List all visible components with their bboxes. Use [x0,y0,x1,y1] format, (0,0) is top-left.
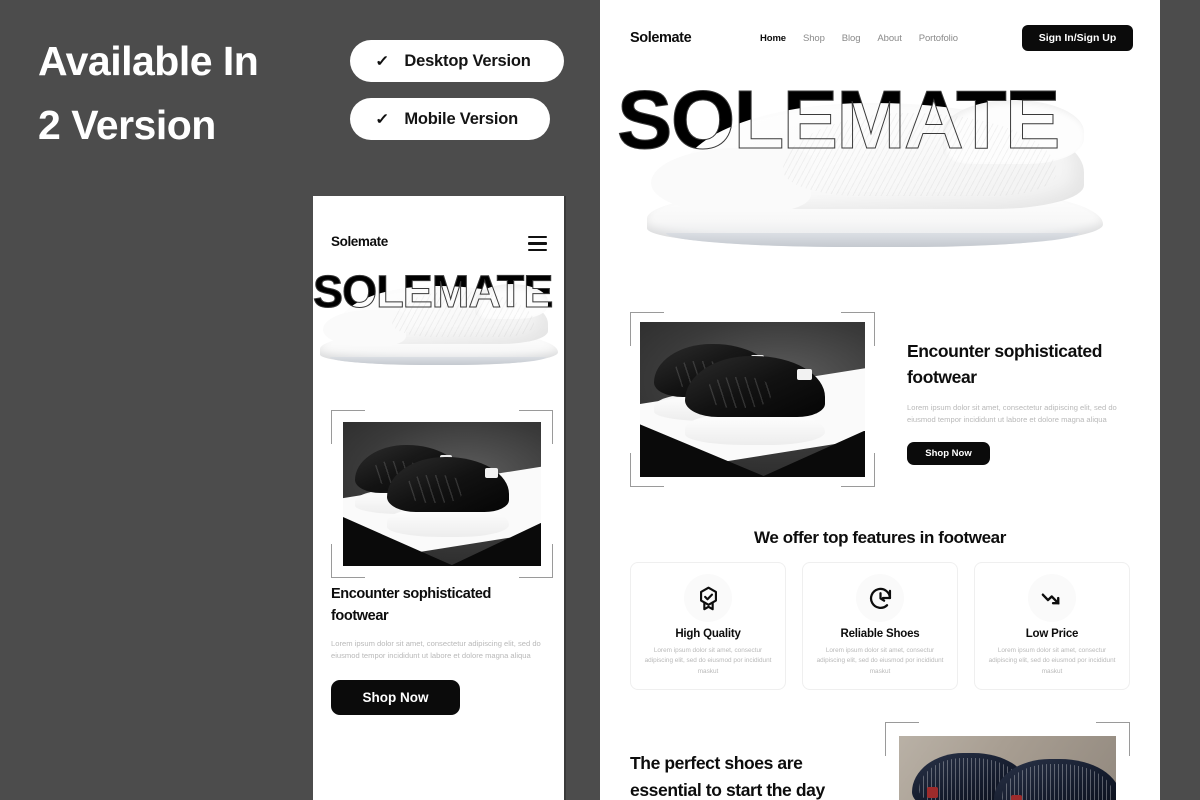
frame-corner-top-right [1096,722,1130,756]
frame-corner-bottom-right [841,453,875,487]
frame-corner-bottom-right [519,544,553,578]
product-photo-framed [331,410,553,578]
feature-card-high-quality: High Quality Lorem ipsum dolor sit amet,… [630,562,786,690]
product-heading: Encounter sophisticated footwear [331,584,549,628]
feature-title-reliable-shoes: Reliable Shoes [840,628,920,640]
feature-card-low-price: Low Price Lorem ipsum dolor sit amet, co… [974,562,1130,690]
feature-title-low-price: Low Price [1025,628,1079,640]
hero-wordmark-outline: SOLEMATE [617,73,1061,167]
product-heading-line-2: footwear [331,607,389,624]
hero-wordmark-outline: SOLEMATE [313,266,554,318]
bottom-heading: The perfect shoes are essential to start… [630,750,860,800]
product-photo-framed [630,312,875,487]
feature-title-high-quality: High Quality [675,628,741,640]
promo-heading: Available In 2 Version [38,30,338,157]
product-body-text: Lorem ipsum dolor sit amet, consectetur … [331,638,541,660]
feature-card-reliable-shoes: Reliable Shoes Lorem ipsum dolor sit ame… [802,562,958,690]
nav-item-blog[interactable]: Blog [842,33,861,44]
check-icon: ✓ [375,110,390,128]
sign-in-sign-up-button[interactable]: Sign In/Sign Up [1022,25,1133,51]
primary-nav: Home Shop Blog About Portofolio [760,33,958,44]
badge-mobile-version[interactable]: ✓ Mobile Version [350,98,550,140]
product-copy-block: Encounter sophisticated footwear Lorem i… [907,338,1139,466]
mobile-version-mockup: Solemate SOLEMATE SOLEMATE [313,196,566,800]
black-sneakers-photo [640,322,865,477]
feature-body-high-quality: Lorem ipsum dolor sit amet, consectur ad… [644,647,772,675]
feature-body-low-price: Lorem ipsum dolor sit amet, consectur ad… [988,647,1116,675]
frame-corner-top-right [519,410,553,444]
hamburger-icon[interactable] [528,236,547,251]
mobile-navbar: Solemate [313,230,564,260]
shop-now-button[interactable]: Shop Now [331,680,460,716]
badge-desktop-version-label: Desktop Version [404,51,531,70]
frame-corner-top-left [630,312,664,346]
promo-heading-line-2: 2 Version [38,101,216,148]
award-badge-check-icon [684,574,732,622]
shop-now-button[interactable]: Shop Now [907,442,990,466]
nav-item-shop[interactable]: Shop [803,33,825,44]
black-sneakers-photo [343,422,541,566]
product-heading-line-2: footwear [907,367,977,388]
brand-logo[interactable]: Solemate [630,30,692,46]
frame-corner-top-left [331,410,365,444]
bottom-photo-framed [885,722,1130,800]
product-heading: Encounter sophisticated footwear [907,338,1139,391]
trend-down-arrow-icon [1028,574,1076,622]
product-copy-block: Encounter sophisticated footwear Lorem i… [331,584,549,716]
check-icon: ✓ [375,52,390,70]
promo-heading-line-1: Available In [38,38,259,84]
features-section-title: We offer top features in footwear [754,528,1006,547]
bottom-heading-line-2: essential to start the day [630,779,825,800]
mobile-hero: SOLEMATE SOLEMATE [313,262,564,372]
frame-corner-bottom-left [331,544,365,578]
feature-body-reliable-shoes: Lorem ipsum dolor sit amet, consectur ad… [816,647,944,675]
bottom-copy-block: The perfect shoes are essential to start… [630,750,860,800]
desktop-navbar: Solemate Home Shop Blog About Portofolio… [600,16,1160,60]
clock-rotate-icon [856,574,904,622]
badge-mobile-version-label: Mobile Version [404,109,519,128]
nav-item-about[interactable]: About [877,33,901,44]
brand-logo[interactable]: Solemate [331,234,388,249]
frame-corner-top-left [885,722,919,756]
navy-sneakers-photo [899,736,1116,800]
desktop-hero: SOLEMATE SOLEMATE [600,62,1160,267]
product-heading-line-1: Encounter sophisticated [331,586,491,602]
nav-item-portofolio[interactable]: Portofolio [919,33,958,44]
nav-item-home[interactable]: Home [760,33,786,44]
badge-desktop-version[interactable]: ✓ Desktop Version [350,40,564,82]
bottom-heading-line-1: The perfect shoes are [630,753,803,773]
desktop-version-mockup: Solemate Home Shop Blog About Portofolio… [600,0,1160,800]
product-heading-line-1: Encounter sophisticated [907,341,1102,361]
frame-corner-bottom-left [630,453,664,487]
product-body-text: Lorem ipsum dolor sit amet, consectetur … [907,402,1117,424]
frame-corner-top-right [841,312,875,346]
